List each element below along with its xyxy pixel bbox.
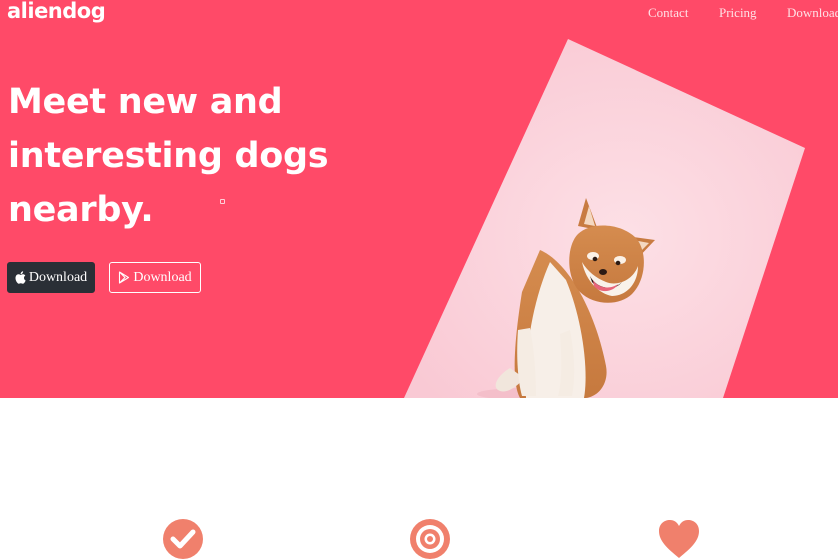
nav-link-contact[interactable]: Contact: [648, 5, 688, 21]
apple-download-button[interactable]: Download: [7, 262, 95, 293]
cursor-marker: [220, 199, 225, 204]
play-store-download-button[interactable]: Download: [109, 262, 201, 293]
play-store-icon: [119, 271, 130, 284]
nav-link-pricing[interactable]: Pricing: [719, 5, 757, 21]
play-store-download-label: Download: [133, 269, 192, 285]
target-icon: [410, 519, 450, 559]
photo-card: [404, 39, 805, 398]
hero-headline: Meet new and interesting dogs nearby.: [8, 75, 368, 237]
hero-dog-photo: [400, 30, 838, 398]
heart-icon: [659, 520, 699, 558]
headline-line-2: interesting dogs: [8, 136, 329, 176]
headline-line-1: Meet new and: [8, 82, 283, 122]
apple-icon: [15, 271, 26, 284]
top-nav: Contact Pricing Download: [0, 5, 838, 25]
check-circle-icon: [163, 519, 203, 559]
apple-download-label: Download: [28, 269, 88, 285]
headline-line-3: nearby.: [8, 190, 154, 230]
hero-section: aliendog Contact Pricing Download Meet n…: [0, 0, 838, 398]
nav-link-download[interactable]: Download: [787, 5, 838, 21]
